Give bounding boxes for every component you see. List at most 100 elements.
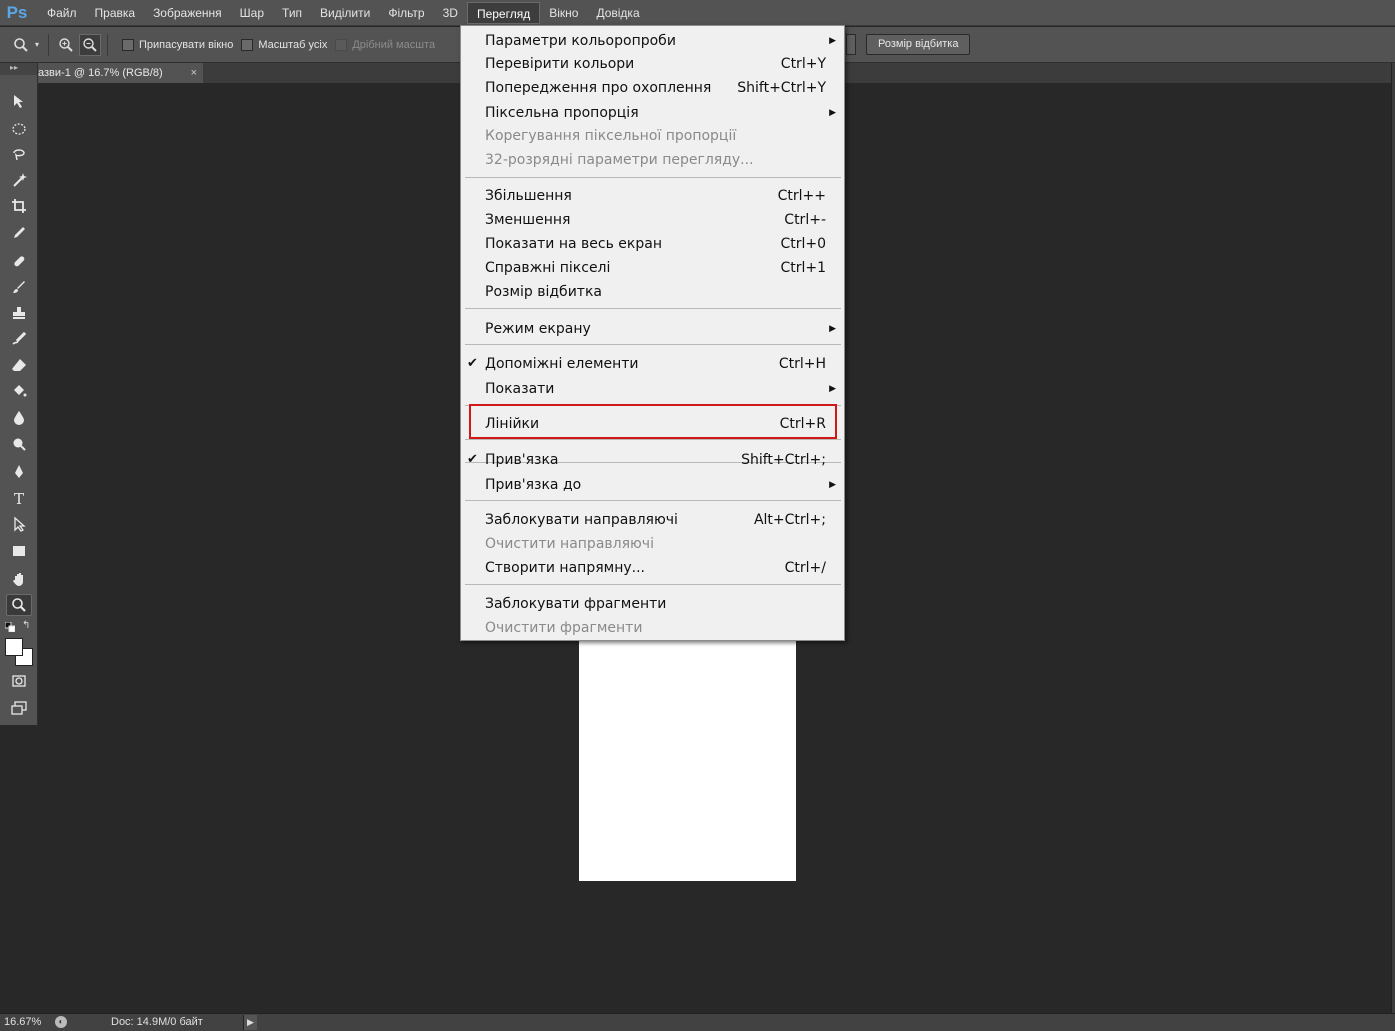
menu-image[interactable]: Зображення <box>144 2 231 24</box>
type-tool-icon[interactable]: T <box>6 487 32 509</box>
chevron-down-icon[interactable]: ▾ <box>32 34 42 56</box>
view-menu-item-label: Прив'язка до <box>485 477 582 493</box>
view-menu-item[interactable]: ✔ Допоміжні елементи Ctrl+H <box>463 353 842 375</box>
view-menu-item[interactable]: Режим екрану ▶ <box>463 318 842 340</box>
view-menu-item-label: Параметри кольоропроби <box>485 33 676 49</box>
view-menu-item-label: Прив'язка <box>485 452 559 468</box>
view-menu-item[interactable]: Піксельна пропорція ▶ <box>463 102 842 124</box>
menu-select[interactable]: Виділити <box>311 2 379 24</box>
view-menu-item[interactable]: ✔ Прив'язка Shift+Ctrl+; <box>463 449 842 471</box>
menu-window[interactable]: Вікно <box>540 2 587 24</box>
eraser-tool-icon[interactable] <box>6 354 32 376</box>
view-menu-item-label: Заблокувати направляючі <box>485 512 678 528</box>
view-menu-item: Очистити направляючі <box>463 533 842 555</box>
history-brush-tool-icon[interactable] <box>6 328 32 350</box>
menu-type[interactable]: Тип <box>273 2 311 24</box>
foreground-color-swatch[interactable] <box>5 638 23 656</box>
hand-tool-icon[interactable] <box>6 568 32 590</box>
view-menu-item-shortcut: Ctrl++ <box>777 188 826 204</box>
screen-mode-icon[interactable] <box>6 697 32 719</box>
view-menu-item[interactable]: Параметри кольоропроби ▶ <box>463 30 842 52</box>
menu-view[interactable]: Перегляд <box>466 1 541 24</box>
view-menu-item[interactable]: Прив'язка до ▶ <box>463 474 842 496</box>
default-colors-icon[interactable] <box>4 621 16 633</box>
view-menu-item-label: Показати на весь екран <box>485 236 662 252</box>
view-menu-item[interactable]: Створити напрямну... Ctrl+/ <box>463 557 842 579</box>
zoom-in-icon[interactable] <box>55 34 77 56</box>
paint-bucket-tool-icon[interactable] <box>6 380 32 402</box>
checkmark-icon: ✔ <box>467 356 478 371</box>
zoom-level[interactable]: 16.67% <box>4 1016 50 1028</box>
document-tab[interactable]: азви-1 @ 16.7% (RGB/8) × <box>38 63 203 83</box>
view-menu-item-label: Заблокувати фрагменти <box>485 596 667 612</box>
view-menu-item-label: Справжні пікселі <box>485 260 611 276</box>
menu-layer[interactable]: Шар <box>231 2 273 24</box>
scrubby-zoom-checkbox[interactable] <box>335 38 348 51</box>
menu-edit[interactable]: Правка <box>86 2 145 24</box>
photoshop-window: Ps Файл Правка Зображення Шар Тип Виділи… <box>0 0 1395 1031</box>
swap-colors-icon[interactable]: ↰ <box>22 620 34 632</box>
zoom-tool-preset-icon[interactable] <box>10 34 32 56</box>
view-menu-item-label: Допоміжні елементи <box>485 356 639 372</box>
panel-collapse-icon[interactable]: ▸▸ <box>0 63 37 75</box>
submenu-arrow-icon: ▶ <box>829 108 836 118</box>
menu-help[interactable]: Довідка <box>587 2 648 24</box>
view-menu-item[interactable]: Збільшення Ctrl++ <box>463 185 842 207</box>
view-menu-item-label: Перевірити кольори <box>485 56 635 72</box>
fit-window-checkbox[interactable] <box>122 38 134 51</box>
healing-brush-tool-icon[interactable] <box>6 250 32 272</box>
view-menu-item[interactable]: Перевірити кольори Ctrl+Y <box>463 53 842 75</box>
crop-tool-icon[interactable] <box>6 195 32 217</box>
view-menu-item: Очистити фрагменти <box>463 617 842 639</box>
status-info-icon[interactable]: ◐ <box>55 1016 67 1028</box>
checkmark-icon: ✔ <box>467 452 478 467</box>
magic-wand-tool-icon[interactable] <box>6 169 32 191</box>
zoom-all-checkbox[interactable] <box>241 38 254 51</box>
document-canvas[interactable] <box>579 637 796 881</box>
status-menu-arrow-icon[interactable]: ▶ <box>243 1015 257 1030</box>
ps-logo: Ps <box>6 2 28 22</box>
quick-mask-icon[interactable] <box>6 670 32 692</box>
pen-tool-icon[interactable] <box>6 461 32 483</box>
print-size-button[interactable]: Розмір відбитка <box>866 34 971 55</box>
view-menu-item[interactable]: Заблокувати направляючі Alt+Ctrl+; <box>463 509 842 531</box>
rectangle-tool-icon[interactable] <box>6 540 32 562</box>
view-menu-item-shortcut: Alt+Ctrl+; <box>753 512 826 528</box>
menu-file[interactable]: Файл <box>38 2 86 24</box>
view-menu-item[interactable]: Справжні пікселі Ctrl+1 <box>463 257 842 279</box>
view-menu-item[interactable]: Попередження про охоплення Shift+Ctrl+Y <box>463 77 842 99</box>
view-menu-item[interactable]: Зменшення Ctrl+- <box>463 209 842 231</box>
view-menu-item-label: Збільшення <box>485 188 572 204</box>
zoom-out-icon[interactable] <box>79 33 101 56</box>
view-menu-item[interactable]: Розмір відбитка <box>463 281 842 303</box>
menu-separator <box>465 584 841 585</box>
view-menu-item[interactable]: Показати ▶ <box>463 378 842 400</box>
move-tool-icon[interactable] <box>6 90 32 112</box>
view-menu-item[interactable]: Заблокувати фрагменти <box>463 593 842 615</box>
menu-filter[interactable]: Фільтр <box>379 2 433 24</box>
status-bar: 16.67% ◐ Doc: 14.9M/0 байт ▶ <box>0 1013 1395 1031</box>
view-menu-item[interactable]: Показати на весь екран Ctrl+0 <box>463 233 842 255</box>
marquee-tool-icon[interactable] <box>6 118 32 140</box>
view-menu-item-label: Розмір відбитка <box>485 284 602 300</box>
menu-3d[interactable]: 3D <box>434 2 467 24</box>
dodge-tool-icon[interactable] <box>6 433 32 455</box>
view-menu-item-label: Очистити направляючі <box>485 536 654 552</box>
eyedropper-tool-icon[interactable] <box>6 222 32 244</box>
view-menu-item: 32-розрядні параметри перегляду... <box>463 149 842 171</box>
lasso-tool-icon[interactable] <box>6 143 32 165</box>
rulers-highlight-box <box>469 404 837 439</box>
zoom-all-label: Масштаб усіх <box>258 38 328 51</box>
hidden-button-edge[interactable] <box>846 34 856 55</box>
brush-tool-icon[interactable] <box>6 276 32 298</box>
close-icon[interactable]: × <box>191 63 197 83</box>
submenu-arrow-icon: ▶ <box>829 384 836 394</box>
blur-tool-icon[interactable] <box>6 407 32 429</box>
menu-separator <box>465 439 841 440</box>
view-menu-item-label: Створити напрямну... <box>485 560 645 576</box>
menu-separator <box>465 177 841 178</box>
clone-stamp-tool-icon[interactable] <box>6 302 32 324</box>
path-selection-tool-icon[interactable] <box>6 513 32 535</box>
view-menu-item-label: Попередження про охоплення <box>485 80 712 96</box>
zoom-tool-icon[interactable] <box>6 594 32 616</box>
